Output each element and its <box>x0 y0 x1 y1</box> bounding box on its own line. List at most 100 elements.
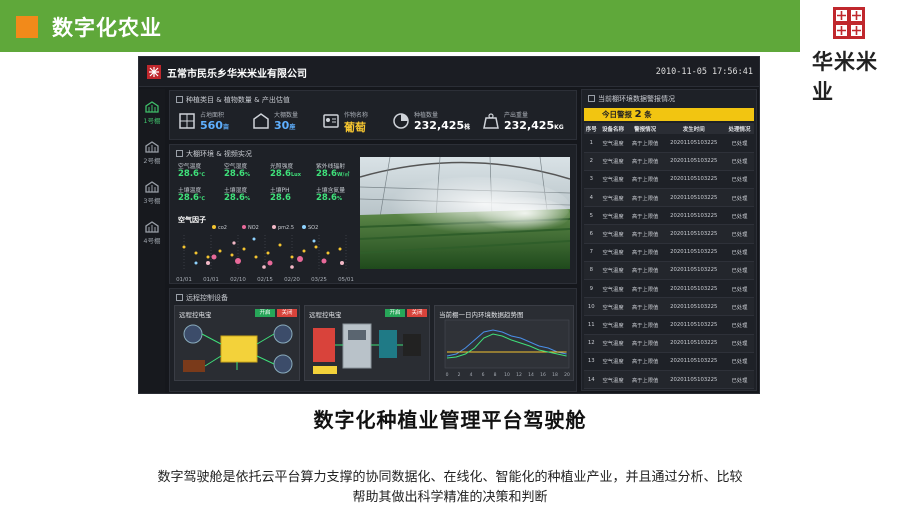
sidebar: 1号棚 2号棚 3号棚 4号棚 <box>139 89 165 393</box>
alarm-cell: 已处理 <box>724 188 754 208</box>
company-logo: 华米米业 <box>812 6 892 104</box>
today-alarm-text: 今日警报 2 条 <box>602 109 652 120</box>
alarm-row[interactable]: 10 空气温度 高于上限值 20201105103225 已处理 <box>584 297 754 317</box>
weight-icon <box>483 113 499 129</box>
alarm-cell: 已处理 <box>724 243 754 262</box>
alarm-row[interactable]: 8 空气温度 高于上限值 20201105103225 已处理 <box>584 261 754 281</box>
stat-unit: KG <box>554 124 564 131</box>
alarm-cell: 空气温度 <box>598 279 628 299</box>
air-factor-point <box>278 243 282 247</box>
today-alarm-count: 2 <box>634 109 642 120</box>
dashboard-logo-icon <box>147 65 161 79</box>
alarm-cell: 空气温度 <box>598 334 628 353</box>
sidebar-item-greenhouse-2[interactable]: 2号棚 <box>140 137 164 175</box>
greenhouse-video[interactable] <box>360 157 570 269</box>
alarm-cell: 高于上限值 <box>627 279 663 299</box>
alarm-cell: 11 <box>584 315 599 335</box>
air-factor-point <box>290 255 294 259</box>
alarm-row[interactable]: 6 空气温度 高于上限值 20201105103225 已处理 <box>584 224 754 244</box>
alarm-panel-title: 当前棚环境数据警报情况 <box>588 94 675 104</box>
controller-off-button[interactable]: 关闭 <box>277 309 297 317</box>
grid-icon <box>176 96 183 103</box>
alarm-cell: 4 <box>584 188 599 208</box>
sidebar-item-greenhouse-3[interactable]: 3号棚 <box>140 177 164 215</box>
header-title: 数字化农业 <box>52 16 162 40</box>
alarm-cell: 6 <box>584 224 599 244</box>
alarm-row[interactable]: 9 空气温度 高于上限值 20201105103225 已处理 <box>584 279 754 299</box>
control-panel-title-text: 远程控制设备 <box>186 294 228 302</box>
stat-label: 产出重量 <box>504 112 529 119</box>
x-tick-label: 20 <box>564 372 570 378</box>
alert-icon <box>588 95 595 102</box>
alarm-cell: 空气温度 <box>598 370 628 390</box>
air-factor-point <box>218 249 222 253</box>
area-icon <box>179 113 195 129</box>
x-tick-label: 4 <box>470 372 473 378</box>
alarm-row[interactable]: 4 空气温度 高于上限值 20201105103225 已处理 <box>584 188 754 208</box>
air-factor-point <box>312 239 316 243</box>
stat-area: 占地面积 560亩 <box>178 109 248 135</box>
sidebar-item-greenhouse-1[interactable]: 1号棚 <box>140 97 164 135</box>
alarm-cell: 空气温度 <box>598 170 628 190</box>
alarm-cell: 2 <box>584 152 599 171</box>
stat-number: 560 <box>200 119 223 132</box>
air-factor-point <box>230 253 234 257</box>
sidebar-item-greenhouse-4[interactable]: 4号棚 <box>140 217 164 255</box>
alarm-cell: 已处理 <box>724 152 754 171</box>
greenhouse-icon <box>145 101 159 113</box>
controller-off-button[interactable]: 关闭 <box>407 309 427 317</box>
env-reading-number: 28.6 <box>316 169 337 179</box>
power-controller-2: 远程控电宝 开启 关闭 <box>304 305 430 381</box>
alarm-row[interactable]: 1 空气温度 高于上限值 20201105103225 已处理 <box>584 134 754 153</box>
environment-panel-title-text: 大棚环境 & 视频实况 <box>186 150 252 158</box>
today-alarm-prefix: 今日警报 <box>602 110 632 119</box>
legend-label: co2 <box>218 225 227 231</box>
alarm-row[interactable]: 11 空气温度 高于上限值 20201105103225 已处理 <box>584 315 754 335</box>
alarm-cell: 20201105103225 <box>662 370 725 390</box>
today-alarm-bar: 今日警报 2 条 <box>584 108 754 121</box>
stat-number: 232,425 <box>414 119 465 132</box>
alarm-row[interactable]: 14 空气温度 高于上限值 20201105103225 已处理 <box>584 370 754 390</box>
controller-on-button[interactable]: 开启 <box>385 309 405 317</box>
alarm-cell: 已处理 <box>724 352 754 371</box>
env-reading: 空气温度 28.6℃ <box>178 161 222 183</box>
x-tick-label: 2 <box>458 372 461 378</box>
slide: 数字化农业 华米米业 五常市民乐乡华米米业有限公司 2010-11-05 17:… <box>0 0 900 510</box>
alarm-row[interactable]: 2 空气温度 高于上限值 20201105103225 已处理 <box>584 152 754 171</box>
slide-caption: 数字化种植业管理平台驾驶舱 <box>313 408 587 432</box>
alarm-cell: 空气温度 <box>598 206 628 226</box>
alarm-cell: 12 <box>584 334 599 353</box>
alarm-cell: 已处理 <box>724 170 754 190</box>
alarm-cell: 20201105103225 <box>662 352 725 371</box>
alarm-row[interactable]: 12 空气温度 高于上限值 20201105103225 已处理 <box>584 334 754 353</box>
alarm-cell: 20201105103225 <box>662 134 725 153</box>
alarm-cell: 高于上限值 <box>627 261 663 281</box>
env-reading-unit: ℃ <box>198 196 206 202</box>
alarm-row[interactable]: 7 空气温度 高于上限值 20201105103225 已处理 <box>584 243 754 262</box>
air-factor-point <box>242 247 246 251</box>
alarm-cell: 空气温度 <box>598 224 628 244</box>
x-tick-label: 03/25 <box>311 277 327 283</box>
alarm-row[interactable]: 5 空气温度 高于上限值 20201105103225 已处理 <box>584 206 754 226</box>
alarm-row[interactable]: 13 空气温度 高于上限值 20201105103225 已处理 <box>584 352 754 371</box>
x-tick-label: 6 <box>482 372 485 378</box>
stat-label: 作物名称 <box>344 112 369 119</box>
legend-swatch <box>272 225 276 229</box>
alarm-cell: 7 <box>584 243 599 262</box>
alarm-cell: 已处理 <box>724 315 754 335</box>
controller-on-button[interactable]: 开启 <box>255 309 275 317</box>
remote-icon <box>176 294 183 301</box>
sidebar-item-label: 1号棚 <box>143 117 161 125</box>
alarm-row[interactable]: 3 空气温度 高于上限值 20201105103225 已处理 <box>584 170 754 190</box>
air-factor-point <box>211 254 217 260</box>
greenhouse-icon <box>145 221 159 233</box>
air-factor-point <box>267 260 273 266</box>
env-reading: 土壤含氮量 28.6% <box>316 185 360 207</box>
stat-number: 30 <box>274 119 290 132</box>
alarm-cell: 20201105103225 <box>662 206 725 226</box>
alarm-cell: 空气温度 <box>598 352 628 371</box>
video-icon <box>176 150 183 157</box>
env-reading-number: 28.6 <box>178 193 199 203</box>
env-reading-value: 28.6% <box>316 193 342 203</box>
alarm-cell: 高于上限值 <box>627 206 663 226</box>
